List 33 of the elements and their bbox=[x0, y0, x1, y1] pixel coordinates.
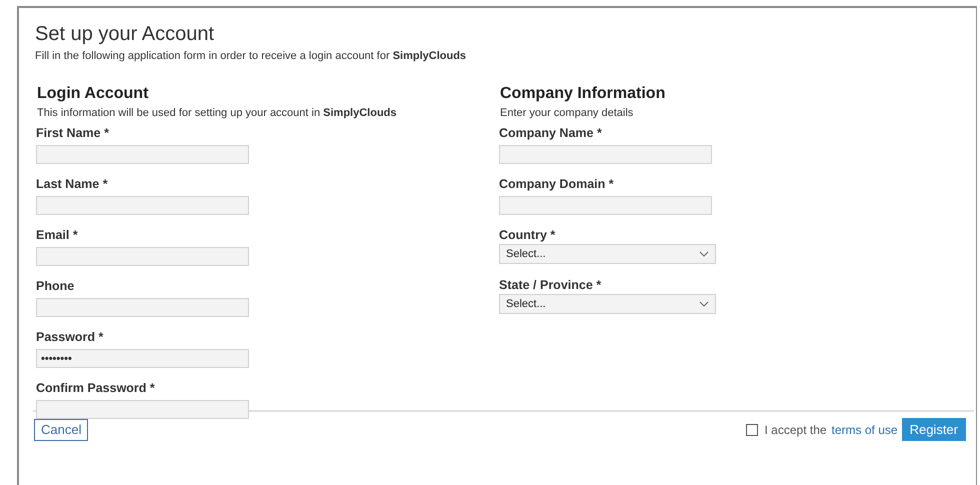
chevron-down-icon bbox=[699, 251, 709, 257]
input-field[interactable] bbox=[36, 247, 249, 266]
field-label: State / Province * bbox=[498, 277, 602, 293]
input-field[interactable] bbox=[36, 400, 249, 419]
field-label: Company Name * bbox=[498, 125, 603, 141]
select-dropdown[interactable]: Select... bbox=[499, 244, 716, 264]
input-field[interactable] bbox=[499, 145, 712, 164]
page-title: Set up your Account bbox=[34, 22, 216, 46]
section-heading: Company Information bbox=[499, 84, 666, 104]
field-label: Last Name * bbox=[35, 176, 109, 192]
input-field[interactable] bbox=[36, 196, 249, 215]
register-button[interactable]: Register bbox=[902, 418, 966, 441]
page-subtitle: Fill in the following application form in order to receive a login account for SimplyClouds bbox=[35, 50, 466, 62]
terms-link[interactable]: terms of use bbox=[832, 422, 898, 436]
field-label: Confirm Password * bbox=[35, 380, 156, 396]
input-field[interactable] bbox=[36, 145, 249, 164]
field-label: Company Domain * bbox=[498, 176, 615, 192]
chevron-down-icon bbox=[699, 301, 709, 307]
field-label: First Name * bbox=[35, 125, 110, 141]
field-label: Email * bbox=[35, 227, 79, 243]
cancel-button[interactable]: Cancel bbox=[34, 418, 88, 440]
section-description: Enter your company details bbox=[500, 107, 634, 119]
accept-label: I accept the bbox=[764, 422, 827, 436]
select-dropdown[interactable]: Select... bbox=[499, 294, 716, 314]
field-label: Country * bbox=[498, 227, 556, 243]
input-field[interactable]: •••••••• bbox=[36, 349, 249, 368]
field-label: Phone bbox=[35, 278, 76, 294]
terms-checkbox[interactable] bbox=[746, 424, 758, 436]
section-description: This information will be used for setting up your account in SimplyClouds bbox=[37, 107, 396, 119]
input-field[interactable] bbox=[36, 298, 249, 317]
input-field[interactable] bbox=[499, 196, 712, 215]
section-heading: Login Account bbox=[36, 84, 148, 104]
field-label: Password * bbox=[35, 329, 104, 345]
